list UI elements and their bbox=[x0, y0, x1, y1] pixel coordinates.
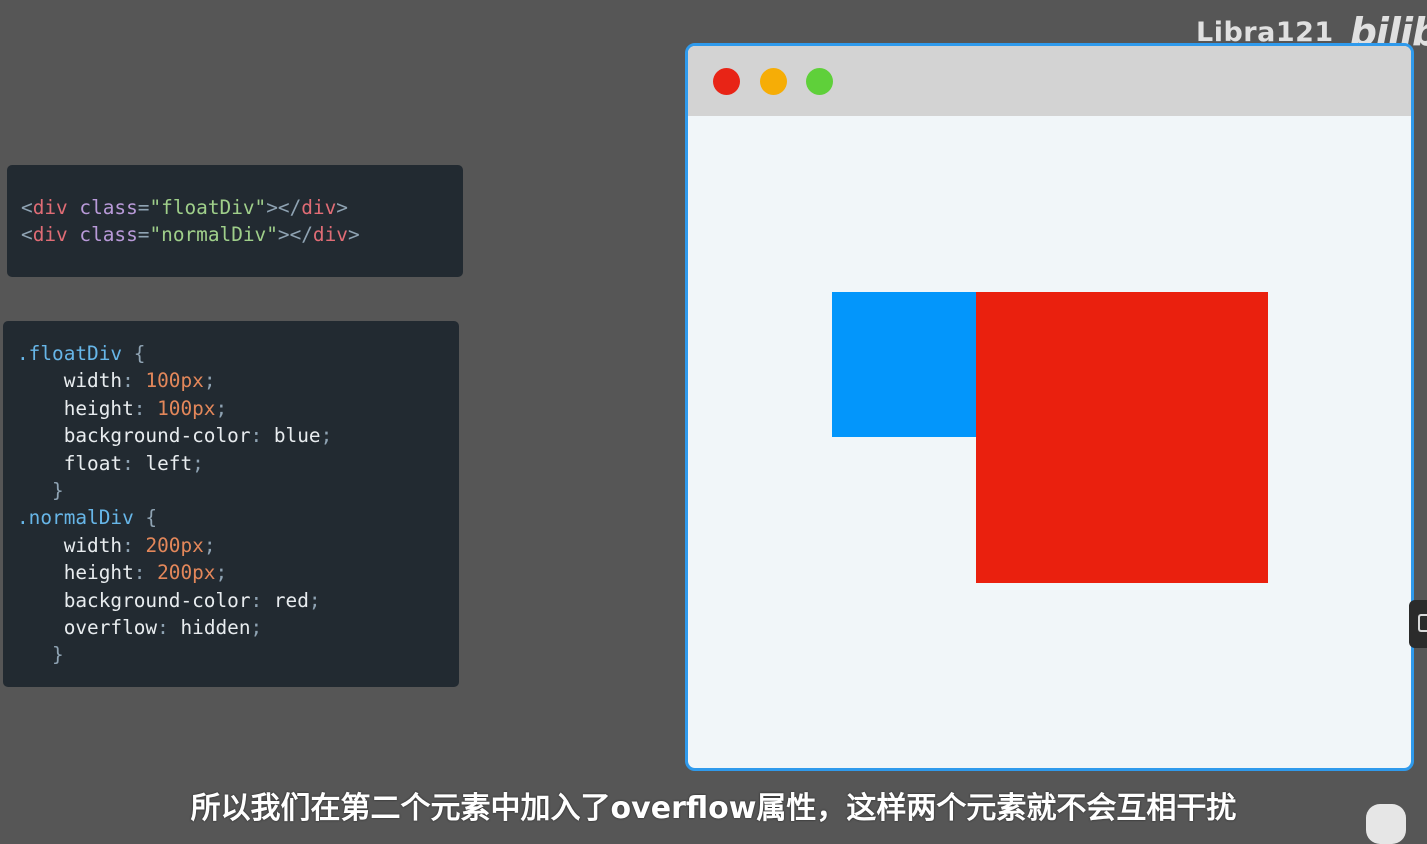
code-token: overflow bbox=[63, 615, 158, 639]
browser-window bbox=[685, 43, 1414, 771]
code-token: class bbox=[79, 196, 138, 219]
code-token: "floatDiv" bbox=[149, 196, 267, 219]
code-token: class bbox=[79, 223, 138, 247]
code-token: = bbox=[137, 223, 150, 247]
side-panel-toggle[interactable] bbox=[1409, 600, 1427, 648]
code-token: width bbox=[63, 533, 123, 557]
code-token: ; bbox=[215, 396, 228, 420]
code-token: ; bbox=[320, 424, 333, 448]
code-token: ; bbox=[203, 533, 216, 557]
video-subtitle: 所以我们在第二个元素中加入了overflow属性，这样两个元素就不会互相干扰 bbox=[190, 791, 1237, 826]
code-token: : bbox=[122, 369, 146, 393]
code-line: } bbox=[17, 641, 459, 668]
code-line: <div class="normalDiv"></div> bbox=[21, 221, 463, 248]
code-token: width bbox=[63, 369, 123, 393]
code-token: : bbox=[250, 424, 274, 448]
code-token: "normalDiv" bbox=[149, 223, 278, 247]
code-token: > bbox=[347, 223, 360, 247]
code-line: } bbox=[17, 477, 459, 504]
code-token: < bbox=[21, 196, 33, 219]
code-token: .floatDiv bbox=[17, 342, 123, 365]
code-token: background-color bbox=[63, 424, 251, 448]
code-line: height: 100px; bbox=[17, 395, 459, 422]
code-token: div bbox=[301, 196, 337, 219]
code-token: div bbox=[312, 223, 348, 247]
code-line: <div class="floatDiv"></div> bbox=[21, 194, 463, 221]
code-token: : bbox=[157, 615, 181, 639]
html-code-block: <div class="floatDiv"></div> <div class="… bbox=[7, 165, 463, 277]
code-line: .floatDiv { bbox=[17, 340, 459, 367]
code-token: ; bbox=[192, 451, 204, 475]
code-token: ></ bbox=[266, 196, 302, 219]
code-token: } bbox=[17, 643, 64, 667]
code-token: div bbox=[32, 223, 68, 247]
minimize-dot-icon[interactable] bbox=[760, 68, 787, 95]
browser-titlebar bbox=[688, 46, 1411, 116]
panel-icon bbox=[1418, 614, 1427, 632]
code-token: ; bbox=[308, 588, 321, 612]
code-token: height bbox=[63, 396, 134, 420]
code-token: left bbox=[145, 451, 193, 475]
code-token: red bbox=[273, 588, 309, 612]
code-line: width: 100px; bbox=[17, 367, 459, 394]
code-token: : bbox=[133, 396, 158, 420]
code-token: : bbox=[133, 561, 158, 585]
code-line: background-color: blue; bbox=[17, 422, 459, 449]
code-line: .normalDiv { bbox=[17, 504, 459, 531]
code-token: { bbox=[122, 342, 146, 365]
maximize-dot-icon[interactable] bbox=[806, 68, 833, 95]
code-line: width: 200px; bbox=[17, 532, 459, 559]
code-token: height bbox=[63, 561, 134, 585]
code-token: background-color bbox=[63, 588, 251, 612]
code-token: hidden bbox=[180, 615, 251, 639]
code-token: { bbox=[133, 506, 158, 530]
code-token: ; bbox=[215, 561, 228, 585]
code-line: background-color: red; bbox=[17, 587, 459, 614]
code-token: 200px bbox=[145, 533, 204, 557]
normal-div-box bbox=[976, 292, 1268, 583]
code-token: ; bbox=[203, 369, 216, 393]
code-token: ></ bbox=[277, 223, 313, 247]
code-token: > bbox=[336, 196, 348, 219]
code-line: float: left; bbox=[17, 450, 459, 477]
float-div-box bbox=[832, 292, 978, 437]
code-token: float bbox=[63, 451, 123, 475]
code-token: < bbox=[21, 223, 33, 247]
code-token: 200px bbox=[157, 561, 216, 585]
code-token: : bbox=[250, 588, 274, 612]
code-token: blue bbox=[273, 424, 321, 448]
code-line: height: 200px; bbox=[17, 559, 459, 586]
code-token: .normalDiv bbox=[17, 506, 134, 530]
code-token: 100px bbox=[145, 369, 204, 393]
css-code-block: .floatDiv { width: 100px; height: 100px;… bbox=[3, 321, 459, 687]
code-token: : bbox=[122, 533, 146, 557]
code-token: = bbox=[137, 196, 150, 219]
code-token: : bbox=[122, 451, 146, 475]
code-token: } bbox=[17, 478, 64, 502]
code-token: ; bbox=[250, 615, 263, 639]
code-token: div bbox=[32, 196, 68, 219]
close-dot-icon[interactable] bbox=[713, 68, 740, 95]
code-line: overflow: hidden; bbox=[17, 614, 459, 641]
code-token: 100px bbox=[157, 396, 216, 420]
